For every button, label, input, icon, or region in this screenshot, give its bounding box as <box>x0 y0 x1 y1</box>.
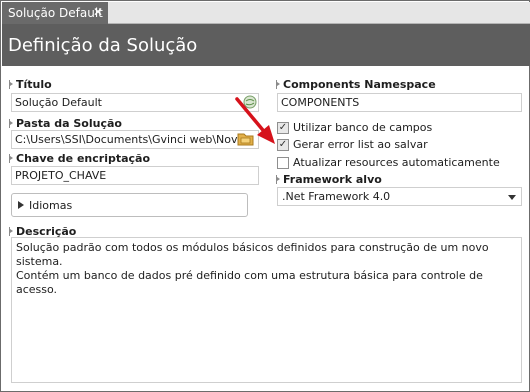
checkbox-utilizar-banco[interactable]: ✓ Utilizar banco de campos <box>277 121 432 134</box>
page-title: Definição da Solução <box>2 24 530 66</box>
namespace-label: Components Namespace <box>276 78 436 91</box>
idiomas-label: Idiomas <box>29 198 73 212</box>
tab-solucao-default[interactable]: Solução Default ✕ <box>2 2 108 24</box>
checkbox-unchecked-icon[interactable] <box>277 156 289 169</box>
descricao-textarea[interactable]: Solução padrão com todos os módulos bási… <box>11 237 522 383</box>
annotation-arrow-icon <box>235 97 275 144</box>
chave-field[interactable]: PROJETO_CHAVE <box>11 166 259 185</box>
titulo-field[interactable]: Solução Default <box>11 93 259 112</box>
tab-strip: Solução Default ✕ <box>2 2 530 24</box>
namespace-field[interactable]: COMPONENTS <box>277 93 522 112</box>
titulo-label: Título <box>9 78 52 91</box>
expand-arrow-icon <box>18 201 24 209</box>
pasta-label: Pasta da Solução <box>9 117 122 130</box>
close-icon[interactable]: ✕ <box>93 5 103 19</box>
tab-title: Solução Default <box>8 6 103 20</box>
checkbox-gerar-error-list[interactable]: ✓ Gerar error list ao salvar <box>277 138 428 151</box>
checkbox-atualizar-resources[interactable]: Atualizar resources automaticamente <box>277 156 500 169</box>
pasta-field[interactable]: C:\Users\SSI\Documents\Gvinci web\Nov <box>11 130 259 149</box>
idiomas-expander[interactable]: Idiomas <box>11 193 248 217</box>
framework-label: Framework alvo <box>276 173 382 186</box>
solution-definition-window: Solução Default ✕ Definição da Solução T… <box>0 0 530 392</box>
chevron-down-icon[interactable] <box>508 195 516 200</box>
chave-label: Chave de encriptação <box>9 152 150 165</box>
framework-select[interactable]: .Net Framework 4.0 <box>277 187 522 206</box>
